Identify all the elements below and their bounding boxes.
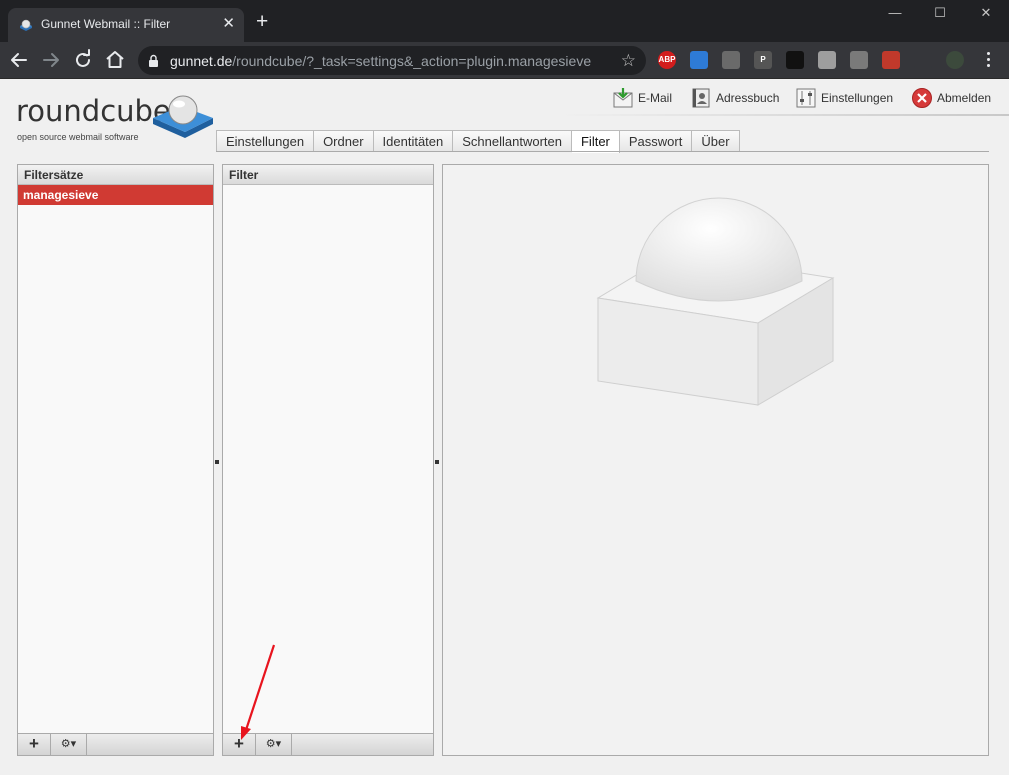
- reload-icon[interactable]: [70, 47, 96, 73]
- right-splitter-handle[interactable]: [435, 457, 439, 464]
- lock-icon: [149, 54, 158, 67]
- filter-actions-button[interactable]: ⚙▾: [256, 734, 292, 755]
- filterset-item-managesieve[interactable]: managesieve: [18, 185, 213, 205]
- check-extension-icon[interactable]: [818, 51, 836, 69]
- logout-x-icon: [912, 88, 932, 108]
- filters-footer: + ⚙▾: [223, 733, 433, 755]
- logo-wordmark: roundcube: [16, 94, 171, 128]
- adblock-plus-icon[interactable]: ABP: [658, 51, 676, 69]
- tab-ordner[interactable]: Ordner: [314, 130, 374, 152]
- browser-toolbar: gunnet.de/roundcube/?_task=settings&_act…: [0, 42, 1009, 79]
- roundcube-favicon-icon: [20, 19, 32, 31]
- shield-extension-icon[interactable]: [850, 51, 868, 69]
- roundcube-watermark-icon: [596, 197, 835, 406]
- forward-arrow-icon[interactable]: [38, 47, 64, 73]
- tab--ber[interactable]: Über: [692, 130, 740, 152]
- tab-einstellungen[interactable]: Einstellungen: [216, 130, 315, 152]
- left-splitter-handle[interactable]: [215, 457, 219, 464]
- filtersets-header: Filtersätze: [18, 165, 213, 185]
- app-header: roundcube open source webmail software E…: [0, 80, 1009, 153]
- filters-header: Filter: [223, 165, 433, 185]
- back-arrow-icon[interactable]: [6, 47, 32, 73]
- logout-button[interactable]: Abmelden: [911, 86, 991, 110]
- minimize-window-icon[interactable]: —: [885, 5, 905, 20]
- roundcube-logo[interactable]: roundcube open source webmail software: [16, 88, 213, 142]
- add-filterset-button[interactable]: +: [18, 734, 51, 755]
- mail-task-label: E-Mail: [638, 91, 673, 105]
- add-filter-button[interactable]: +: [223, 734, 256, 755]
- address-bar[interactable]: gunnet.de/roundcube/?_task=settings&_act…: [138, 46, 646, 75]
- url-text: gunnet.de/roundcube/?_task=settings&_act…: [170, 53, 591, 69]
- splitter-grip-icon: [215, 460, 219, 464]
- lock-extension-icon[interactable]: [786, 51, 804, 69]
- mail-task-button[interactable]: E-Mail: [612, 86, 672, 110]
- browser-tabstrip: Gunnet Webmail :: Filter ✕ + — ☐ ✕: [0, 0, 1009, 42]
- browser-tab[interactable]: Gunnet Webmail :: Filter ✕: [8, 8, 244, 42]
- filter-edit-frame: [442, 164, 989, 756]
- logout-label: Abmelden: [937, 91, 992, 105]
- tab-filter[interactable]: Filter: [571, 130, 620, 153]
- close-tab-icon[interactable]: ✕: [222, 15, 235, 33]
- url-host: gunnet.de: [170, 53, 233, 69]
- filtersets-footer: + ⚙▾: [18, 733, 213, 755]
- chart-extension-icon[interactable]: [882, 51, 900, 69]
- settings-task-label: Einstellungen: [821, 91, 894, 105]
- tab-title: Gunnet Webmail :: Filter: [41, 17, 171, 31]
- home-icon[interactable]: [102, 47, 128, 73]
- addressbook-task-label: Adressbuch: [716, 91, 780, 105]
- header-divider: [560, 114, 1009, 116]
- p-extension-icon[interactable]: P: [754, 51, 772, 69]
- close-window-icon[interactable]: ✕: [976, 5, 996, 21]
- avatar-icon[interactable]: [946, 51, 964, 69]
- browser-menu-icon[interactable]: [984, 50, 992, 70]
- addressbook-task-button[interactable]: Adressbuch: [690, 86, 779, 110]
- filters-panel: Filter + ⚙▾: [222, 164, 434, 756]
- tab-identit-ten[interactable]: Identitäten: [373, 130, 454, 152]
- new-tab-button[interactable]: +: [256, 11, 268, 32]
- settings-sliders-icon: [796, 88, 816, 108]
- bookmark-star-icon[interactable]: ☆: [621, 51, 636, 71]
- tab-passwort[interactable]: Passwort: [619, 130, 693, 152]
- logo-tagline: open source webmail software: [17, 132, 139, 142]
- url-path: /roundcube/?_task=settings&_action=plugi…: [232, 53, 592, 69]
- settings-tabs: Einstellungen Ordner Identitäten Schnellant…: [216, 130, 740, 153]
- maximize-window-icon[interactable]: ☐: [930, 5, 950, 21]
- print-icon[interactable]: [722, 51, 740, 69]
- filterset-actions-button[interactable]: ⚙▾: [51, 734, 87, 755]
- mail-download-icon: [613, 88, 633, 108]
- tabs-baseline: [216, 151, 989, 152]
- settings-task-button[interactable]: Einstellungen: [795, 86, 893, 110]
- tab-schnellantworten[interactable]: Schnellantworten: [453, 130, 572, 152]
- addressbook-icon: [692, 88, 710, 108]
- icloud-icon[interactable]: [690, 51, 708, 69]
- filtersets-panel: Filtersätze managesieve + ⚙▾: [17, 164, 214, 756]
- puzzle-icon[interactable]: [914, 51, 932, 69]
- roundcube-cube-icon: [153, 95, 213, 138]
- splitter-grip-icon: [435, 460, 439, 464]
